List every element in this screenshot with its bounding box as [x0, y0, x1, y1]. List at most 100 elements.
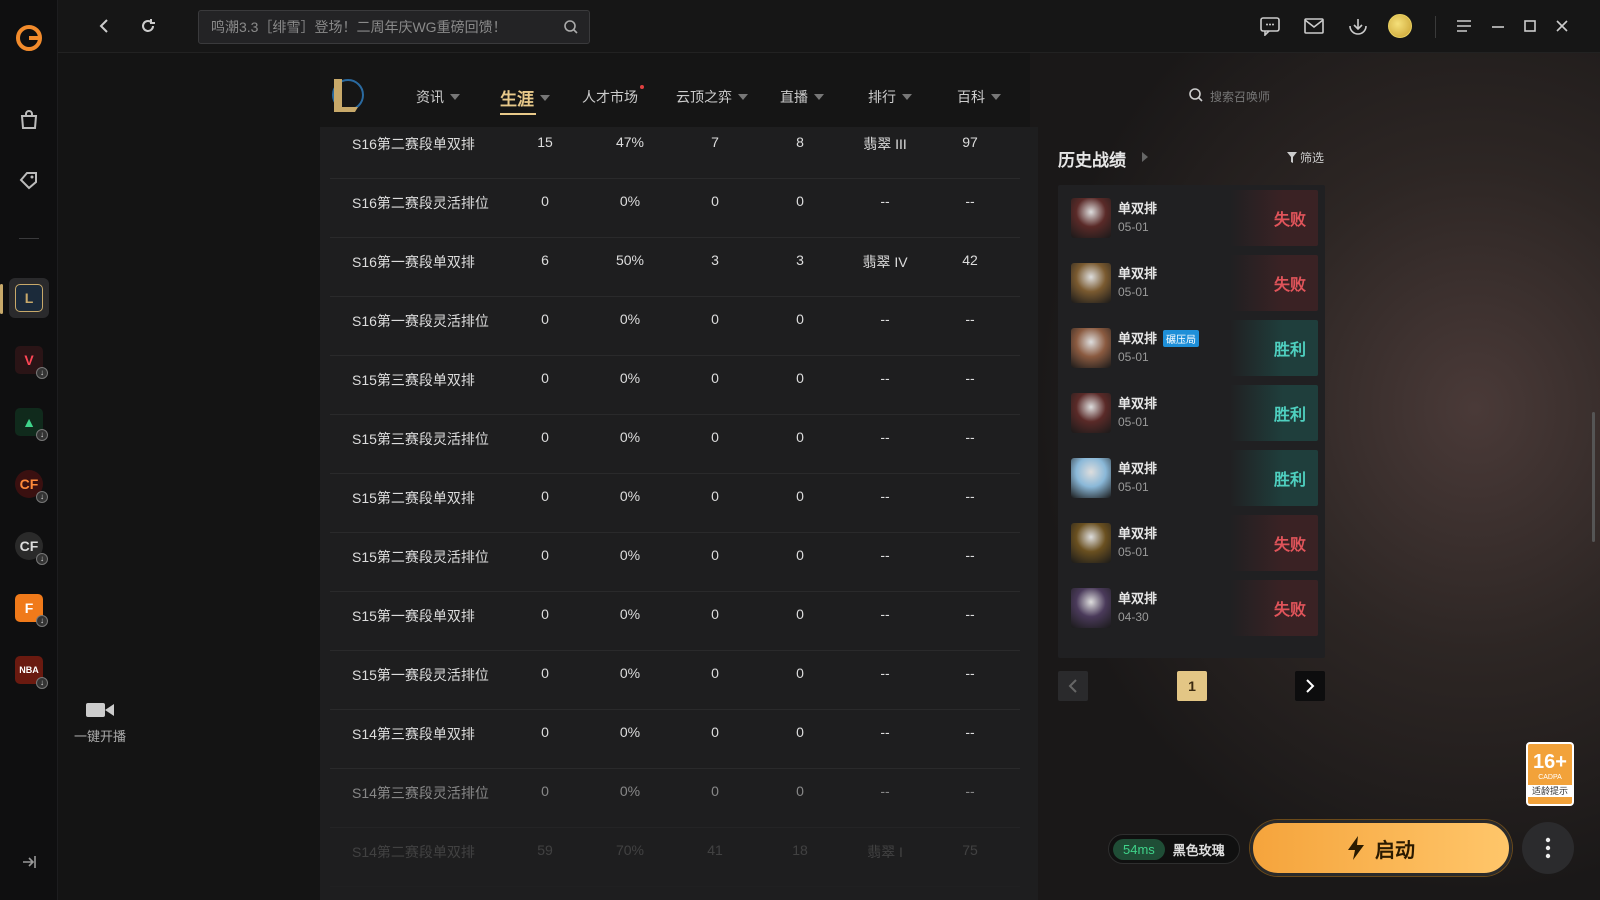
top-bar — [58, 0, 1600, 53]
expand-sidebar-icon[interactable] — [9, 842, 49, 882]
chevron-right-icon[interactable] — [1142, 152, 1148, 162]
valorant-game-icon[interactable]: V ↓ — [9, 340, 49, 380]
global-search[interactable] — [198, 10, 590, 44]
active-underline — [500, 113, 536, 115]
nav-live[interactable]: 直播 — [780, 87, 824, 107]
rank-cell: -- — [880, 606, 890, 622]
queue-name-cell: S14第二赛段单双排 — [352, 844, 475, 860]
download-manager-icon[interactable] — [1346, 14, 1370, 38]
nav-ranking[interactable]: 排行 — [868, 87, 912, 107]
table-row[interactable]: S16第二赛段灵活排位 0 0% 0 0 -- -- — [330, 179, 1020, 238]
store-bag-icon[interactable] — [9, 100, 49, 140]
losses-cell: 0 — [796, 193, 804, 209]
table-row[interactable]: S14第三赛段灵活排位 0 0% 0 0 -- -- — [330, 769, 1020, 828]
chevron-down-icon — [450, 94, 460, 100]
page-number-button[interactable]: 1 — [1177, 671, 1207, 701]
next-page-button[interactable] — [1295, 671, 1325, 701]
ping-indicator: 54ms — [1113, 838, 1165, 860]
match-item[interactable]: 单双排 碾压局 05-01 胜利 — [1058, 315, 1325, 381]
nav-wiki[interactable]: 百科 — [957, 87, 1001, 107]
f-game-icon[interactable]: F ↓ — [9, 588, 49, 628]
more-options-button[interactable] — [1522, 822, 1574, 874]
table-row[interactable]: S16第一赛段单双排 6 50% 3 3 翡翠 IV 42 — [330, 238, 1020, 297]
wins-cell: 0 — [711, 311, 719, 327]
nav-career[interactable]: 生涯 — [500, 85, 550, 115]
match-item[interactable]: 单双排 05-01 胜利 — [1058, 380, 1325, 446]
nav-talent-market[interactable]: 人才市场 — [582, 85, 644, 107]
table-row[interactable]: S15第二赛段灵活排位 0 0% 0 0 -- -- — [330, 533, 1020, 592]
filter-button[interactable]: 筛选 — [1287, 149, 1324, 166]
games-cell: 0 — [541, 488, 549, 504]
maximize-icon[interactable] — [1518, 14, 1542, 38]
losses-cell: 0 — [796, 606, 804, 622]
table-row[interactable]: S15第二赛段单双排 0 0% 0 0 -- -- — [330, 474, 1020, 533]
server-selector[interactable]: 54ms 黑色玫瑰 — [1108, 834, 1240, 864]
match-mode: 单双排 — [1118, 266, 1158, 281]
prev-page-button[interactable] — [1058, 671, 1088, 701]
match-result: 失败 — [1230, 515, 1318, 571]
losses-cell: 0 — [796, 429, 804, 445]
table-row[interactable]: S15第三赛段灵活排位 0 0% 0 0 -- -- — [330, 415, 1020, 474]
champion-avatar — [1071, 393, 1111, 433]
refresh-icon[interactable] — [136, 14, 160, 38]
back-icon[interactable] — [92, 14, 116, 38]
table-row[interactable]: S14第二赛段单双排 59 70% 41 18 翡翠 I 75 — [330, 828, 1020, 887]
rail-divider — [19, 238, 39, 239]
launch-button[interactable]: 启动 — [1250, 820, 1512, 876]
summoner-search[interactable]: 搜索召唤师 — [1188, 87, 1270, 106]
rank-cell: 翡翠 IV — [862, 254, 908, 270]
match-history-title[interactable]: 历史战绩 — [1058, 146, 1126, 171]
match-result: 失败 — [1230, 190, 1318, 246]
crossfire-game-icon[interactable]: CF ↓ — [9, 464, 49, 504]
queue-name-cell: S16第二赛段灵活排位 — [352, 195, 489, 211]
discover-tag-icon[interactable] — [9, 160, 49, 200]
losses-cell: 3 — [796, 252, 804, 268]
mail-icon[interactable] — [1302, 14, 1326, 38]
triangle-game-icon[interactable]: ▲ ↓ — [9, 402, 49, 442]
lp-cell: -- — [965, 547, 975, 563]
rank-cell: -- — [880, 724, 890, 740]
match-mode: 单双排 — [1118, 461, 1158, 476]
crossfire-hd-game-icon[interactable]: CF ↓ — [9, 526, 49, 566]
lol-logo-icon[interactable] — [328, 75, 364, 115]
nav-tft-label: 云顶之弈 — [676, 89, 732, 105]
summoner-search-placeholder[interactable]: 搜索召唤师 — [1210, 88, 1270, 105]
table-row[interactable]: S15第三赛段单双排 0 0% 0 0 -- -- — [330, 356, 1020, 415]
search-icon — [1188, 87, 1204, 106]
match-item[interactable]: 单双排 05-01 失败 — [1058, 510, 1325, 576]
nav-news[interactable]: 资讯 — [416, 87, 460, 107]
games-cell: 0 — [541, 193, 549, 209]
chat-icon[interactable] — [1258, 14, 1282, 38]
match-item[interactable]: 单双排 05-01 失败 — [1058, 185, 1325, 251]
app-window: L V ↓ ▲ ↓ CF ↓ CF ↓ F ↓ NBA ↓ 鸣潮3.3［绯雪］登… — [0, 0, 1600, 900]
table-row[interactable]: S16第一赛段灵活排位 0 0% 0 0 -- -- — [330, 297, 1020, 356]
table-row[interactable]: S15第一赛段单双排 0 0% 0 0 -- -- — [330, 592, 1020, 651]
match-item[interactable]: 单双排 05-01 胜利 — [1058, 445, 1325, 511]
lp-cell: -- — [965, 606, 975, 622]
table-row[interactable]: S14第三赛段单双排 0 0% 0 0 -- -- — [330, 710, 1020, 769]
nav-tft[interactable]: 云顶之弈 — [676, 87, 748, 107]
global-search-input[interactable] — [199, 11, 549, 43]
match-item[interactable]: 单双排 04-30 失败 — [1058, 575, 1325, 641]
table-row[interactable]: S16第二赛段单双排 15 47% 7 8 翡翠 III 97 — [330, 127, 1020, 179]
match-date: 05-01 — [1118, 220, 1149, 234]
queue-name-cell: S15第三赛段灵活排位 — [352, 431, 489, 447]
table-row[interactable]: S15第一赛段灵活排位 0 0% 0 0 -- -- — [330, 651, 1020, 710]
user-avatar[interactable] — [1388, 14, 1412, 38]
search-icon[interactable] — [563, 19, 579, 40]
close-icon[interactable] — [1550, 14, 1574, 38]
menu-icon[interactable] — [1452, 14, 1476, 38]
page-scrollbar[interactable] — [1592, 412, 1595, 542]
filter-label: 筛选 — [1300, 151, 1325, 165]
champion-avatar — [1071, 198, 1111, 238]
wins-cell: 0 — [711, 488, 719, 504]
games-cell: 0 — [541, 429, 549, 445]
nba-game-icon[interactable]: NBA ↓ — [9, 650, 49, 690]
launch-label: 启动 — [1375, 839, 1415, 862]
win-rate-cell: 0% — [619, 724, 641, 740]
match-item[interactable]: 单双排 05-01 失败 — [1058, 250, 1325, 316]
go-live-button[interactable]: 一键开播 — [70, 700, 130, 745]
wegame-logo-icon[interactable] — [9, 18, 49, 58]
minimize-icon[interactable] — [1486, 14, 1510, 38]
lol-game-icon[interactable]: L — [9, 278, 49, 318]
